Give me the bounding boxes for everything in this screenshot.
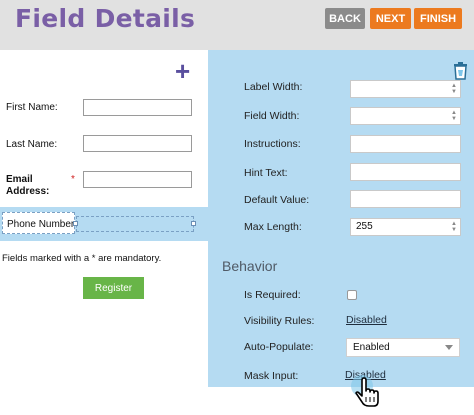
max-length-input[interactable]: 255 ▲ ▼ — [350, 218, 461, 236]
label-width-label: Label Width: — [244, 81, 303, 93]
finish-button[interactable]: FINISH — [414, 8, 462, 29]
auto-populate-select[interactable]: Enabled — [346, 338, 460, 357]
first-name-label: First Name: — [6, 102, 58, 113]
spinner-arrows-icon[interactable]: ▲ ▼ — [450, 110, 458, 122]
last-name-label: Last Name: — [6, 139, 58, 150]
page-title: Field Details — [15, 4, 196, 33]
phone-number-label: Phone Number — [7, 219, 75, 230]
spinner-arrows-icon[interactable]: ▲ ▼ — [450, 83, 458, 95]
instructions-input[interactable] — [350, 135, 461, 153]
resize-handle[interactable] — [191, 221, 196, 226]
last-name-input[interactable] — [83, 135, 192, 152]
hand-cursor-icon — [351, 375, 379, 407]
field-width-input[interactable]: ▲ ▼ — [350, 107, 461, 125]
default-value-input[interactable] — [350, 190, 461, 208]
auto-populate-label: Auto-Populate: — [244, 341, 314, 353]
dropdown-caret-icon — [445, 345, 453, 350]
first-name-input[interactable] — [83, 99, 192, 116]
resize-handle[interactable] — [73, 221, 78, 226]
label-width-input[interactable]: ▲ ▼ — [350, 80, 461, 98]
next-button[interactable]: NEXT — [370, 8, 411, 29]
hint-text-input[interactable] — [350, 163, 461, 181]
visibility-rules-link[interactable]: Disabled — [346, 314, 387, 326]
back-button[interactable]: BACK — [325, 8, 365, 29]
required-asterisk: * — [71, 174, 75, 185]
behavior-heading: Behavior — [222, 258, 278, 274]
field-width-label: Field Width: — [244, 110, 300, 122]
is-required-checkbox[interactable] — [347, 290, 357, 300]
register-button[interactable]: Register — [83, 277, 144, 299]
visibility-rules-label: Visibility Rules: — [244, 315, 315, 327]
mask-input-label: Mask Input: — [244, 370, 299, 382]
spinner-arrows-icon[interactable]: ▲ ▼ — [450, 221, 458, 233]
default-value-label: Default Value: — [244, 194, 310, 206]
instructions-label: Instructions: — [244, 138, 301, 150]
is-required-label: Is Required: — [244, 289, 301, 301]
trash-icon[interactable] — [452, 61, 469, 80]
max-length-label: Max Length: — [244, 221, 302, 233]
hint-text-label: Hint Text: — [244, 167, 288, 179]
header-bar: Field Details BACK NEXT FINISH — [0, 0, 474, 50]
email-address-label: Email Address: — [6, 174, 50, 197]
plus-icon[interactable]: + — [175, 58, 190, 84]
phone-number-input[interactable] — [76, 216, 194, 232]
mandatory-note: Fields marked with a * are mandatory. — [2, 253, 162, 264]
email-address-input[interactable] — [83, 171, 192, 188]
